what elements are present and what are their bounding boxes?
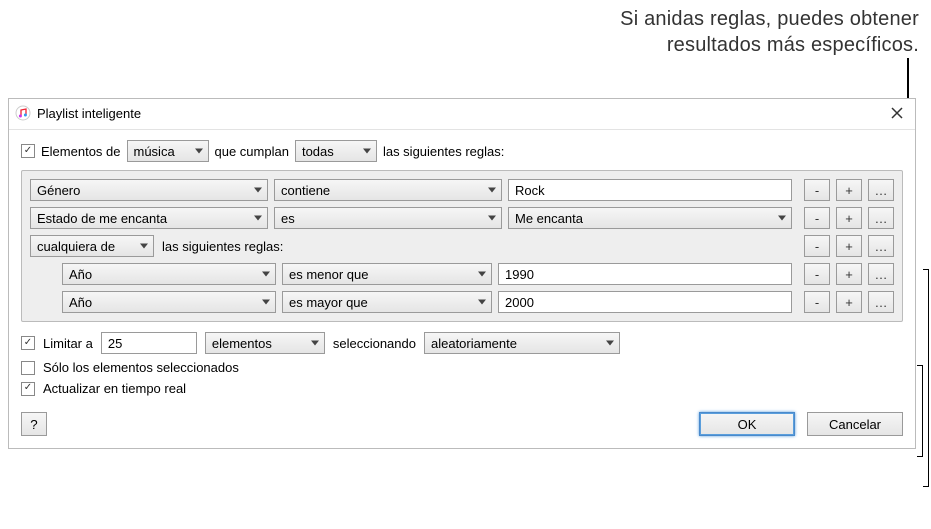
rule-field-select[interactable]: Año bbox=[62, 291, 276, 313]
rule-remove-button[interactable]: - bbox=[804, 207, 830, 229]
titlebar: Playlist inteligente bbox=[9, 99, 915, 130]
rule-operator-select[interactable]: es menor que bbox=[282, 263, 492, 285]
rule-remove-button[interactable]: - bbox=[804, 263, 830, 285]
nested-mode-select[interactable]: cualquiera de bbox=[30, 235, 154, 257]
smart-playlist-dialog: Playlist inteligente Elementos de música… bbox=[8, 98, 916, 449]
annotation-text: Si anidas reglas, puedes obtener resulta… bbox=[620, 6, 919, 58]
cancel-button[interactable]: Cancelar bbox=[807, 412, 903, 436]
match-source-select[interactable]: música bbox=[127, 140, 209, 162]
rule-add-button[interactable]: + bbox=[836, 235, 862, 257]
rule-remove-button[interactable]: - bbox=[804, 235, 830, 257]
itunes-icon bbox=[15, 105, 31, 121]
match-meet-label: que cumplan bbox=[215, 144, 289, 159]
nested-header-row: cualquiera de las siguientes reglas: - +… bbox=[30, 235, 894, 257]
limit-value-input[interactable] bbox=[101, 332, 197, 354]
rule-nest-button[interactable]: … bbox=[868, 235, 894, 257]
rule-row: Género contiene - + … bbox=[30, 179, 894, 201]
limit-row: Limitar a elementos seleccionando aleato… bbox=[21, 332, 903, 354]
rule-row: Año es mayor que - + … bbox=[62, 291, 894, 313]
limit-unit-select[interactable]: elementos bbox=[205, 332, 325, 354]
annotation-line-1: Si anidas reglas, puedes obtener bbox=[620, 6, 919, 32]
close-button[interactable] bbox=[887, 103, 907, 123]
live-update-label: Actualizar en tiempo real bbox=[43, 381, 186, 396]
limit-method-select[interactable]: aleatoriamente bbox=[424, 332, 620, 354]
rule-field-select[interactable]: Género bbox=[30, 179, 268, 201]
rule-row: Estado de me encanta es Me encanta - + … bbox=[30, 207, 894, 229]
rule-value-input[interactable] bbox=[498, 291, 792, 313]
live-update-row: Actualizar en tiempo real bbox=[21, 381, 903, 396]
help-button[interactable]: ? bbox=[21, 412, 47, 436]
rule-value-input[interactable] bbox=[508, 179, 792, 201]
rule-add-button[interactable]: + bbox=[836, 207, 862, 229]
annotation-line-2: resultados más específicos. bbox=[620, 32, 919, 58]
rules-block: Género contiene - + … Estado de me encan… bbox=[21, 170, 903, 322]
match-elements-label: Elementos de bbox=[41, 144, 121, 159]
nested-rules: Año es menor que - + … Año es mayor que … bbox=[30, 263, 894, 313]
checked-only-row: Sólo los elementos seleccionados bbox=[21, 360, 903, 375]
nested-tail-label: las siguientes reglas: bbox=[162, 239, 283, 254]
rule-nest-button[interactable]: … bbox=[868, 207, 894, 229]
limit-checkbox[interactable] bbox=[21, 336, 35, 350]
live-update-checkbox[interactable] bbox=[21, 382, 35, 396]
rule-operator-select[interactable]: es bbox=[274, 207, 502, 229]
rule-nest-button[interactable]: … bbox=[868, 179, 894, 201]
match-mode-select[interactable]: todas bbox=[295, 140, 377, 162]
limit-label: Limitar a bbox=[43, 336, 93, 351]
rule-nest-button[interactable]: … bbox=[868, 291, 894, 313]
match-condition-row: Elementos de música que cumplan todas la… bbox=[21, 140, 903, 162]
rule-add-button[interactable]: + bbox=[836, 263, 862, 285]
rule-operator-select[interactable]: contiene bbox=[274, 179, 502, 201]
rule-row: Año es menor que - + … bbox=[62, 263, 894, 285]
match-tail-label: las siguientes reglas: bbox=[383, 144, 504, 159]
rule-remove-button[interactable]: - bbox=[804, 179, 830, 201]
annotation-leader-line bbox=[907, 58, 909, 100]
ok-button[interactable]: OK bbox=[699, 412, 795, 436]
checked-only-checkbox[interactable] bbox=[21, 361, 35, 375]
limit-selecting-label: seleccionando bbox=[333, 336, 416, 351]
dialog-footer: ? OK Cancelar bbox=[21, 412, 903, 436]
dialog-title: Playlist inteligente bbox=[37, 106, 141, 121]
rule-nest-button[interactable]: … bbox=[868, 263, 894, 285]
rule-operator-select[interactable]: es mayor que bbox=[282, 291, 492, 313]
bracket-outer bbox=[923, 269, 929, 487]
rule-field-select[interactable]: Año bbox=[62, 263, 276, 285]
rule-value-input[interactable] bbox=[498, 263, 792, 285]
match-checkbox[interactable] bbox=[21, 144, 35, 158]
checked-only-label: Sólo los elementos seleccionados bbox=[43, 360, 239, 375]
rule-field-select[interactable]: Estado de me encanta bbox=[30, 207, 268, 229]
rule-add-button[interactable]: + bbox=[836, 179, 862, 201]
rule-remove-button[interactable]: - bbox=[804, 291, 830, 313]
rule-value-select[interactable]: Me encanta bbox=[508, 207, 792, 229]
rule-add-button[interactable]: + bbox=[836, 291, 862, 313]
